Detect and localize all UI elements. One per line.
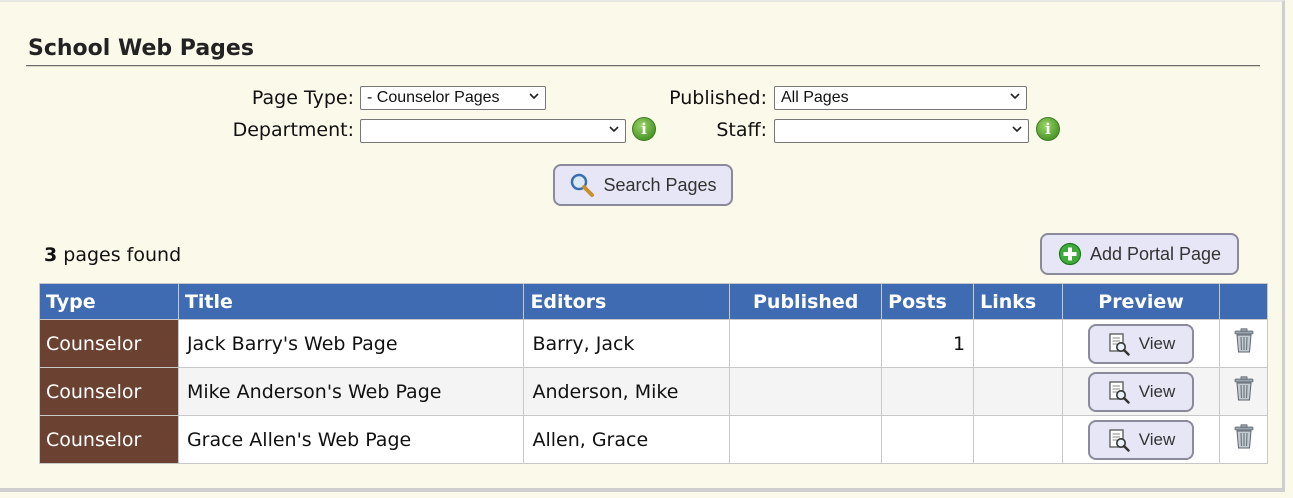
cell-posts [881,415,975,464]
page-type-select[interactable]: - Counselor Pages [360,86,546,110]
cell-delete [1219,415,1268,464]
view-button[interactable]: View [1088,323,1195,364]
magnifier-icon [571,173,595,197]
published-select[interactable]: All Pages [774,86,1027,110]
cell-published [729,367,883,416]
document-magnifier-icon [1109,380,1130,404]
trash-icon[interactable] [1233,376,1255,402]
column-header-preview: Preview [1062,283,1220,320]
cell-links [973,367,1064,416]
table-header-row: Type Title Editors Published Posts Links… [39,283,1268,320]
chevron-down-icon [609,126,619,133]
trash-icon[interactable] [1233,328,1255,354]
document-magnifier-icon [1109,332,1130,356]
add-portal-page-label: Add Portal Page [1089,243,1222,264]
cell-editors: Barry, Jack [523,319,731,368]
page-title: School Web Pages [28,36,254,61]
column-header-links[interactable]: Links [973,283,1064,320]
view-button[interactable]: View [1088,371,1195,412]
cell-title[interactable]: Mike Anderson's Web Page [177,367,525,416]
published-label: Published: [669,87,767,109]
table-row: Counselor Jack Barry's Web Page Barry, J… [39,319,1268,368]
cell-posts [881,367,975,416]
cell-published [729,319,883,368]
chevron-down-icon [1010,93,1020,100]
cell-type: Counselor [39,367,179,416]
cell-type: Counselor [39,415,179,464]
search-pages-label: Search Pages [603,174,717,195]
cell-editors: Allen, Grace [523,415,731,464]
column-header-actions [1219,283,1268,320]
column-header-editors[interactable]: Editors [523,283,731,320]
plus-circle-icon [1058,242,1082,266]
view-button-label: View [1138,429,1176,449]
table-row: Counselor Grace Allen's Web Page Allen, … [39,415,1268,464]
page-type-label: Page Type: [251,87,354,109]
document-magnifier-icon [1109,428,1130,452]
column-header-published[interactable]: Published [729,283,883,320]
published-value: All Pages [781,89,849,106]
cell-published [729,415,883,464]
column-header-title[interactable]: Title [177,283,525,320]
chevron-down-icon [529,93,539,100]
department-select[interactable] [360,119,626,143]
staff-info-icon[interactable]: i [1036,117,1060,141]
title-divider [26,65,1260,67]
results-count: 3 pages found [44,244,181,266]
cell-preview: View [1062,367,1220,416]
cell-delete [1219,367,1268,416]
add-portal-page-button[interactable]: Add Portal Page [1040,233,1239,275]
column-header-type[interactable]: Type [39,283,179,320]
staff-label: Staff: [716,119,767,141]
view-button[interactable]: View [1088,419,1195,460]
trash-icon[interactable] [1233,424,1255,450]
cell-links [973,415,1064,464]
cell-title[interactable]: Grace Allen's Web Page [177,415,525,464]
school-web-pages-panel: School Web Pages Page Type: - Counselor … [0,0,1285,492]
cell-editors: Anderson, Mike [523,367,731,416]
cell-title[interactable]: Jack Barry's Web Page [177,319,525,368]
chevron-down-icon [1012,126,1022,133]
view-button-label: View [1138,333,1176,353]
search-pages-button[interactable]: Search Pages [553,164,733,206]
table-row: Counselor Mike Anderson's Web Page Ander… [39,367,1268,416]
pages-table: Type Title Editors Published Posts Links… [39,283,1268,464]
results-count-number: 3 [44,244,58,266]
results-count-suffix: pages found [57,244,182,266]
department-label: Department: [232,119,354,141]
cell-posts: 1 [881,319,975,368]
cell-preview: View [1062,415,1220,464]
cell-delete [1219,319,1268,368]
column-header-posts[interactable]: Posts [881,283,975,320]
staff-select[interactable] [774,119,1029,143]
page-type-value: - Counselor Pages [367,89,500,106]
view-button-label: View [1138,381,1176,401]
cell-links [973,319,1064,368]
cell-type: Counselor [39,319,179,368]
cell-preview: View [1062,319,1220,368]
